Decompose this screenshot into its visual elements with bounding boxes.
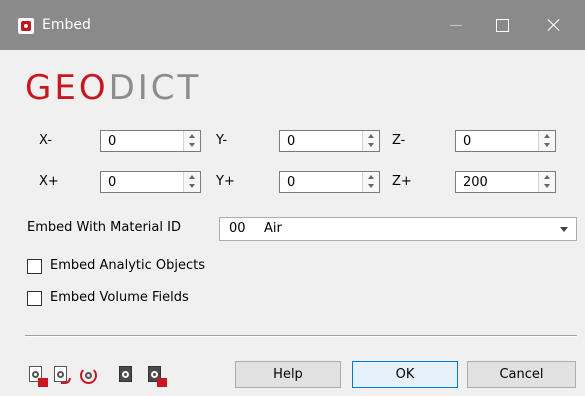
separator [25, 335, 577, 337]
x-minus-label: X- [39, 133, 52, 148]
increment-icon[interactable] [363, 172, 379, 182]
edit-settings-icon[interactable] [116, 365, 138, 387]
load-settings-icon[interactable] [26, 365, 48, 387]
minimize-button[interactable] [433, 0, 479, 50]
decrement-icon[interactable] [184, 182, 200, 192]
x-minus-spinbox[interactable] [100, 130, 201, 152]
x-plus-spinbox[interactable] [100, 171, 201, 193]
increment-icon[interactable] [363, 131, 379, 141]
geodict-logo: GEODICT [25, 70, 201, 106]
decrement-icon[interactable] [363, 182, 379, 192]
y-minus-input[interactable] [280, 131, 362, 151]
title-bar: Embed [0, 0, 585, 50]
y-minus-stepper[interactable] [362, 131, 379, 151]
ok-button[interactable]: OK [352, 361, 458, 388]
material-id-label: Embed With Material ID [27, 220, 181, 235]
z-minus-label: Z- [392, 133, 406, 148]
z-plus-input[interactable] [456, 172, 538, 192]
z-minus-stepper[interactable] [538, 131, 555, 151]
y-minus-label: Y- [216, 133, 228, 148]
z-minus-spinbox[interactable] [455, 130, 556, 152]
y-plus-input[interactable] [280, 172, 362, 192]
cancel-button[interactable]: Cancel [467, 361, 576, 388]
maximize-button[interactable] [479, 0, 525, 50]
y-plus-label: Y+ [216, 174, 235, 189]
y-plus-spinbox[interactable] [279, 171, 380, 193]
embed-volume-fields-checkbox[interactable] [27, 291, 42, 306]
material-id-value: 00 [229, 221, 246, 236]
help-button[interactable]: Help [235, 361, 341, 388]
y-plus-stepper[interactable] [362, 172, 379, 192]
chevron-down-icon[interactable] [560, 227, 568, 232]
decrement-icon[interactable] [539, 141, 555, 151]
decrement-icon[interactable] [539, 182, 555, 192]
x-minus-stepper[interactable] [183, 131, 200, 151]
decrement-icon[interactable] [184, 141, 200, 151]
z-minus-input[interactable] [456, 131, 538, 151]
y-minus-spinbox[interactable] [279, 130, 380, 152]
material-name-value: Air [264, 221, 282, 236]
z-plus-spinbox[interactable] [455, 171, 556, 193]
window-title: Embed [42, 17, 91, 33]
logo-part-dict: DICT [108, 68, 202, 108]
x-plus-stepper[interactable] [183, 172, 200, 192]
x-plus-input[interactable] [101, 172, 183, 192]
increment-icon[interactable] [539, 172, 555, 182]
increment-icon[interactable] [539, 131, 555, 141]
decrement-icon[interactable] [363, 141, 379, 151]
logo-part-geo: GEO [25, 68, 109, 108]
z-plus-label: Z+ [392, 174, 412, 189]
increment-icon[interactable] [184, 172, 200, 182]
material-dropdown[interactable]: 00 Air [219, 217, 577, 241]
x-plus-label: X+ [39, 174, 59, 189]
reset-settings-icon[interactable] [78, 365, 100, 387]
embed-analytic-objects-label[interactable]: Embed Analytic Objects [50, 258, 205, 273]
increment-icon[interactable] [184, 131, 200, 141]
x-minus-input[interactable] [101, 131, 183, 151]
save-macro-icon[interactable] [145, 365, 167, 387]
geodict-app-icon [18, 18, 34, 34]
close-button[interactable] [530, 0, 576, 50]
z-plus-stepper[interactable] [538, 172, 555, 192]
embed-volume-fields-label[interactable]: Embed Volume Fields [50, 290, 189, 305]
embed-analytic-objects-checkbox[interactable] [27, 259, 42, 274]
save-settings-icon[interactable] [51, 365, 73, 387]
